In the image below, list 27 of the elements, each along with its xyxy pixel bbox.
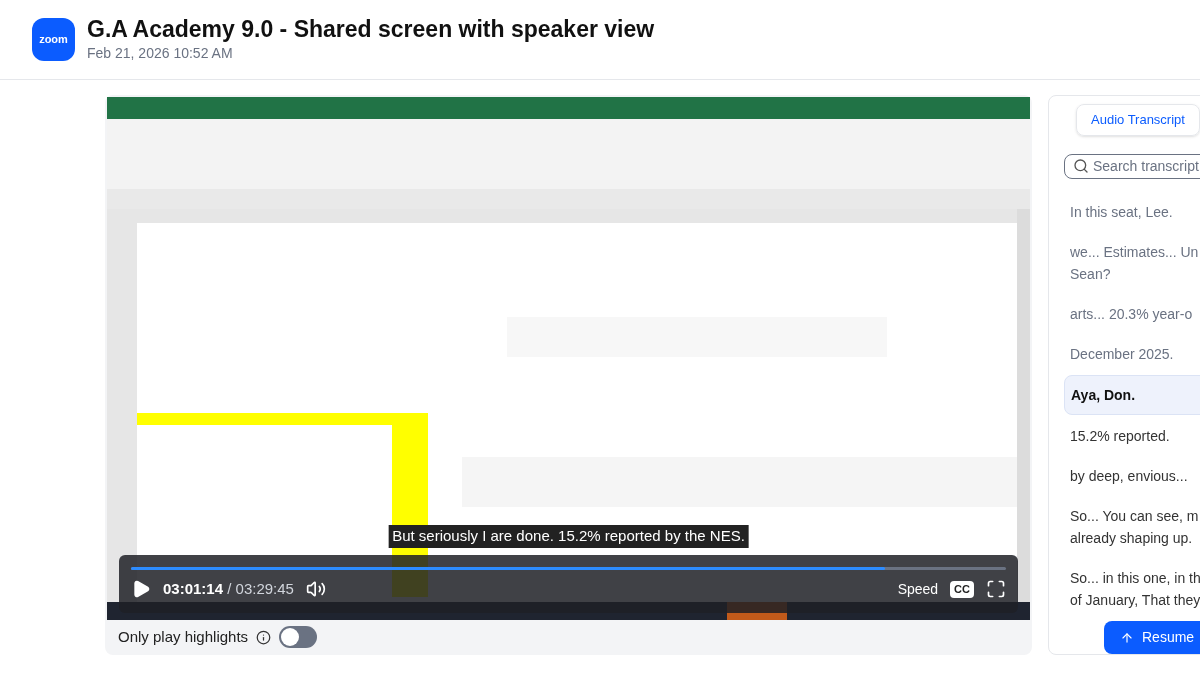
transcript-tab[interactable]: Audio Transcript: [1076, 104, 1200, 136]
search-field[interactable]: Search transcript: [1064, 153, 1200, 179]
transcript-line[interactable]: So... You can see, m already shaping up.: [1064, 497, 1200, 557]
play-button[interactable]: [131, 579, 151, 600]
transcript-line[interactable]: 15.2% reported.: [1064, 417, 1200, 455]
search-icon: [1073, 158, 1089, 175]
volume-icon[interactable]: [305, 579, 326, 600]
captions-button[interactable]: CC: [950, 581, 974, 598]
highlights-toggle[interactable]: [279, 626, 318, 649]
highlights-label: Only play highlights: [118, 627, 249, 647]
video-caption: But seriously I are done. 15.2% reported by the NES.: [388, 525, 749, 548]
duration: / 03:29:45: [227, 580, 294, 597]
transcript-line[interactable]: In this seat, Lee.: [1064, 193, 1200, 231]
current-time: 03:01:14: [163, 580, 224, 597]
transcript-line[interactable]: December 2025.: [1064, 335, 1200, 373]
recording-title: G.A Academy 9.0 - Shared screen with speaker view: [87, 14, 655, 44]
transcript-line[interactable]: by deep, envious...: [1064, 457, 1200, 495]
arrow-up-icon: [1120, 630, 1134, 645]
speed-button[interactable]: Speed: [897, 578, 939, 600]
transcript-line[interactable]: So... in this one, in th of January, That they: [1064, 559, 1200, 619]
info-icon[interactable]: [256, 629, 272, 645]
transcript-line[interactable]: arts... 20.3% year-o: [1064, 295, 1200, 333]
recording-date: Feb 21, 2026 10:52 AM: [87, 44, 234, 64]
fullscreen-icon[interactable]: [986, 579, 1006, 600]
transcript-line[interactable]: we... Estimates... Un Sean?: [1064, 233, 1200, 293]
app-logo: zoom: [32, 18, 75, 61]
resume-button[interactable]: Resume: [1104, 621, 1200, 654]
